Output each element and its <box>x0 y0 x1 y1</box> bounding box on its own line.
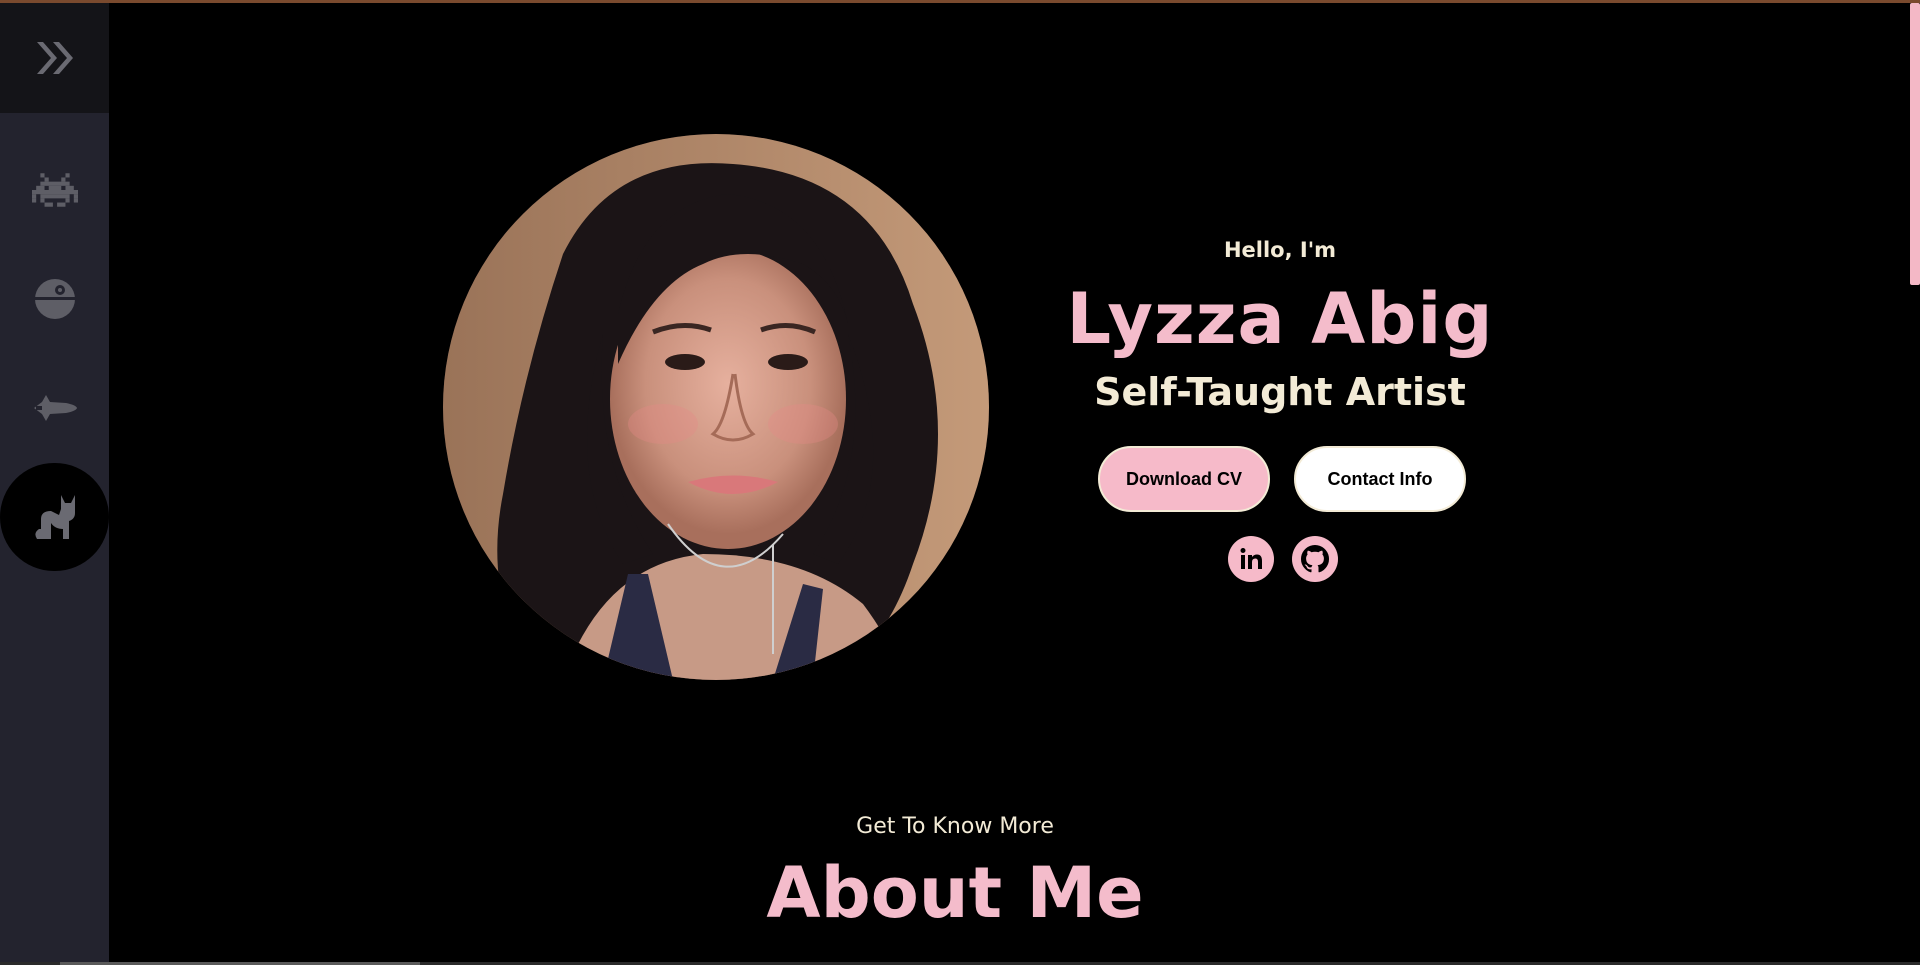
sidebar-toggle-button[interactable] <box>0 3 109 113</box>
page-scrollbar[interactable] <box>1910 3 1920 962</box>
about-section: Get To Know More About Me <box>110 0 1800 965</box>
portfolio-window: Hello, I'm Lyzza Abig Self-Taught Artist… <box>0 0 1920 965</box>
space-shuttle-icon <box>33 395 77 421</box>
double-chevron-right-icon <box>36 42 73 74</box>
sidebar-nav <box>0 3 109 962</box>
sidebar-item-invader[interactable] <box>0 136 109 244</box>
sidebar-item-shuttle[interactable] <box>0 354 109 462</box>
cat-icon <box>34 495 75 539</box>
about-subtitle: Get To Know More <box>856 814 1054 839</box>
space-invader-icon <box>31 173 78 207</box>
scrollbar-thumb[interactable] <box>1910 3 1920 285</box>
sidebar-item-deathstar[interactable] <box>0 245 109 353</box>
about-title: About Me <box>766 852 1144 934</box>
death-star-icon <box>34 279 75 319</box>
sidebar-item-cat[interactable] <box>0 463 109 571</box>
